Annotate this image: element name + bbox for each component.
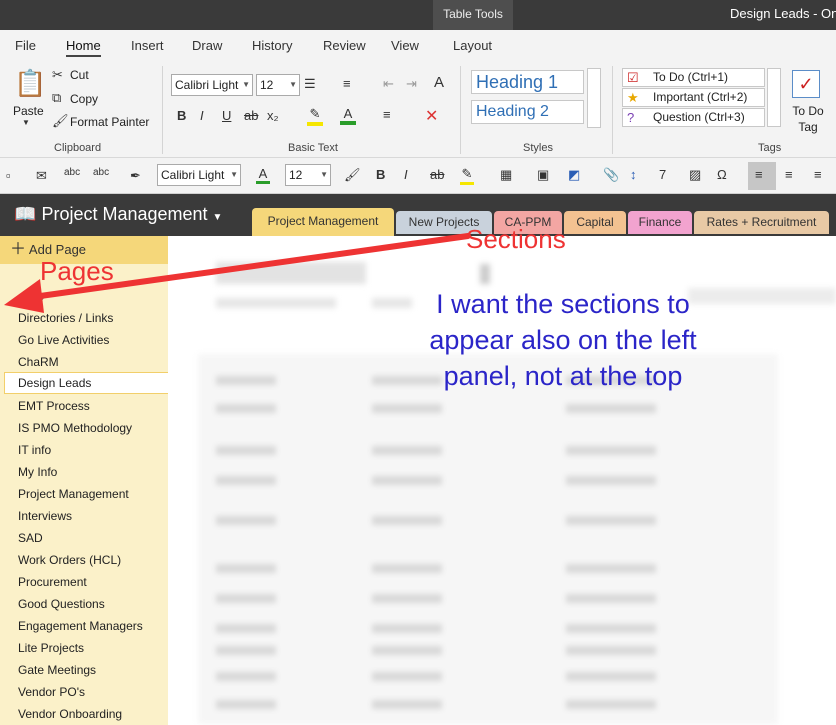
sections-annotation: Sections	[466, 224, 566, 254]
request-annotation: I want the sections to appear also on th…	[429, 289, 697, 391]
pages-annotation: Pages	[40, 256, 114, 286]
